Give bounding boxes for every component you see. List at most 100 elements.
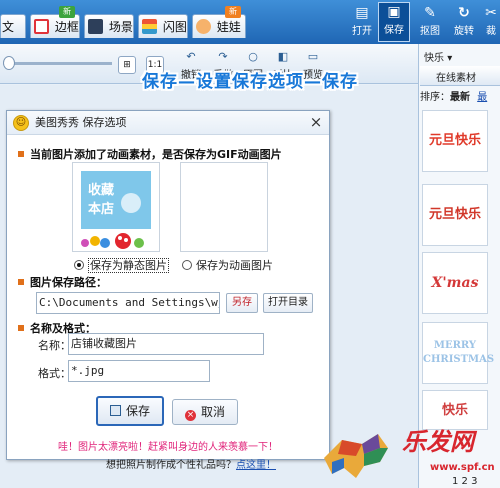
cancel-button[interactable]: × 取消 [172, 399, 238, 425]
category-value: 快乐 [424, 53, 444, 64]
crop-button[interactable]: ✎ 抠图 [414, 4, 446, 40]
animated-preview[interactable] [180, 162, 268, 252]
static-preview[interactable]: 收藏 本店 [72, 162, 160, 252]
zoom-fit-button[interactable]: ⊞ [118, 56, 136, 74]
radio-anim-label: 保存为动画图片 [196, 259, 273, 272]
frame-icon [34, 19, 49, 34]
radio-save-static[interactable]: 保存为静态图片 [74, 257, 169, 273]
new-badge: 新 [59, 6, 75, 18]
material-thumb[interactable]: MERRY CHRISTMAS [422, 322, 494, 384]
gift-hint: 想把照片制作成个性礼品吗？点这里！ [106, 456, 276, 471]
cancel-button-label: 取消 [200, 405, 225, 419]
preview-icon: ▭ [307, 50, 319, 63]
svg-text:本店: 本店 [88, 201, 114, 217]
rotate-icon: ↻ [458, 5, 470, 21]
save-path-field[interactable]: C:\Documents and Settings\wj\桌 [36, 292, 220, 314]
chevron-down-icon: ▾ [447, 53, 453, 64]
sort-bar: 排序：最新 最 [420, 88, 500, 104]
format-label: 格式： [38, 367, 71, 380]
sort-label: 排序： [420, 92, 450, 103]
tab-flash[interactable]: 闪图 [138, 14, 188, 38]
save-button-toolbar[interactable]: ▣ 保存 [378, 2, 410, 42]
save-toolbar-label: 保存 [384, 25, 404, 36]
format-select[interactable]: *.jpg [68, 360, 210, 382]
watermark-text: 乐发网 [402, 427, 474, 456]
watermark-url: www.spf.cn [430, 462, 495, 473]
bullet-icon [18, 279, 24, 285]
tab-text[interactable]: 文字 [0, 14, 26, 58]
main-toolbar: 文字 边框 新 场景 闪图 娃娃 新 ▤ 打开 ▣ 保存 ✎ 抠图 ↻ 旋转 ✂… [0, 0, 500, 58]
open-button[interactable]: ▤ 打开 [346, 4, 378, 40]
dialog-title: 美图秀秀 保存选项 [35, 116, 127, 129]
rotate-button[interactable]: ↻ 旋转 [448, 4, 480, 40]
floppy-icon [109, 405, 121, 416]
thumb-text: 元旦快乐 [428, 207, 481, 222]
tab-flash-label: 闪图 [162, 20, 187, 34]
redo-icon: ↷ [218, 50, 228, 63]
tab-scene-label: 场景 [108, 20, 133, 34]
undo-icon: ↶ [186, 50, 196, 63]
tab-online-label: 在线素材 [436, 73, 476, 84]
file-name-field[interactable]: 店铺收藏图片 [68, 333, 264, 355]
save-as-button[interactable]: 另存 [226, 293, 258, 313]
dialog-titlebar[interactable]: ☺ 美图秀秀 保存选项 × [7, 111, 329, 135]
scene-icon [88, 19, 103, 34]
scissors-icon: ✂ [485, 5, 497, 21]
tab-frame[interactable]: 边框 新 [30, 6, 80, 38]
original-icon: ○ [248, 50, 258, 63]
gift-hint-link[interactable]: 点这里！ [236, 460, 276, 471]
save-button-label: 保存 [125, 404, 150, 418]
zoom-fit-icon: ⊞ [123, 60, 131, 70]
bullet-icon [18, 325, 24, 331]
tab-scene[interactable]: 场景 [84, 14, 134, 38]
gif-notice-text: 当前图片添加了动画素材，是否保存为GIF动画图片 [30, 148, 282, 161]
pen-icon: ✎ [424, 5, 436, 21]
new-badge: 新 [225, 6, 241, 18]
svg-text:收藏: 收藏 [88, 182, 114, 198]
promo-hint: 哇！图片太漂亮啦！赶紧叫身边的人来羡慕一下！ [58, 442, 278, 453]
gif-notice: 当前图片添加了动画素材，是否保存为GIF动画图片 [18, 146, 282, 162]
floppy-icon: ▣ [387, 4, 401, 20]
flash-icon [142, 19, 157, 34]
tab-online-material[interactable]: 在线素材 [436, 69, 476, 84]
doll-icon [196, 19, 211, 34]
sort-hot[interactable]: 最 [477, 92, 487, 103]
open-label: 打开 [352, 26, 372, 37]
save-button[interactable]: 保存 [96, 396, 164, 426]
zoom-slider-thumb[interactable] [3, 56, 15, 70]
smiley-logo-icon: ☺ [13, 115, 29, 131]
sort-latest[interactable]: 最新 [450, 92, 470, 103]
tab-doll[interactable]: 娃娃 新 [192, 6, 246, 38]
material-thumb[interactable]: 元旦快乐 [422, 184, 488, 246]
cancel-icon: × [184, 410, 196, 421]
close-icon[interactable]: × [307, 113, 325, 131]
shop-favorite-image: 收藏 本店 [81, 171, 151, 249]
compare-icon: ◧ [277, 50, 289, 63]
radio-save-animated[interactable]: 保存为动画图片 [182, 257, 273, 273]
gift-hint-text: 想把照片制作成个性礼品吗？ [106, 460, 236, 471]
thumb-text: X'mas [431, 275, 479, 291]
save-path-label-text: 图片保存路径： [30, 276, 107, 289]
thumb-text: 快乐 [441, 403, 468, 418]
rotate-label: 旋转 [454, 26, 474, 37]
cut-label: 裁 [486, 26, 496, 37]
material-thumb[interactable]: X'mas [422, 252, 488, 314]
zoom-slider-track[interactable] [12, 62, 112, 65]
save-path-label: 图片保存路径： [18, 274, 107, 290]
cut-button[interactable]: ✂ 裁 [482, 4, 500, 40]
radio-selected-icon [74, 260, 84, 270]
name-label: 名称： [38, 339, 71, 352]
open-icon: ▤ [355, 5, 369, 21]
tab-frame-label: 边框 [54, 20, 79, 34]
tutorial-annotation: 保存—设置保存选项—保存 [142, 72, 358, 92]
thumb-text: 元旦快乐 [428, 133, 481, 148]
thumb-text: MERRY CHRISTMAS [423, 340, 495, 365]
radio-unselected-icon [182, 260, 192, 270]
crop-label: 抠图 [420, 26, 440, 37]
open-directory-button[interactable]: 打开目录 [263, 293, 313, 313]
category-dropdown[interactable]: 快乐 ▾ [424, 49, 464, 64]
tab-doll-label: 娃娃 [216, 20, 241, 34]
bullet-icon [18, 151, 24, 157]
material-thumb[interactable]: 元旦快乐 [422, 110, 488, 172]
radio-static-label: 保存为静态图片 [88, 258, 169, 273]
